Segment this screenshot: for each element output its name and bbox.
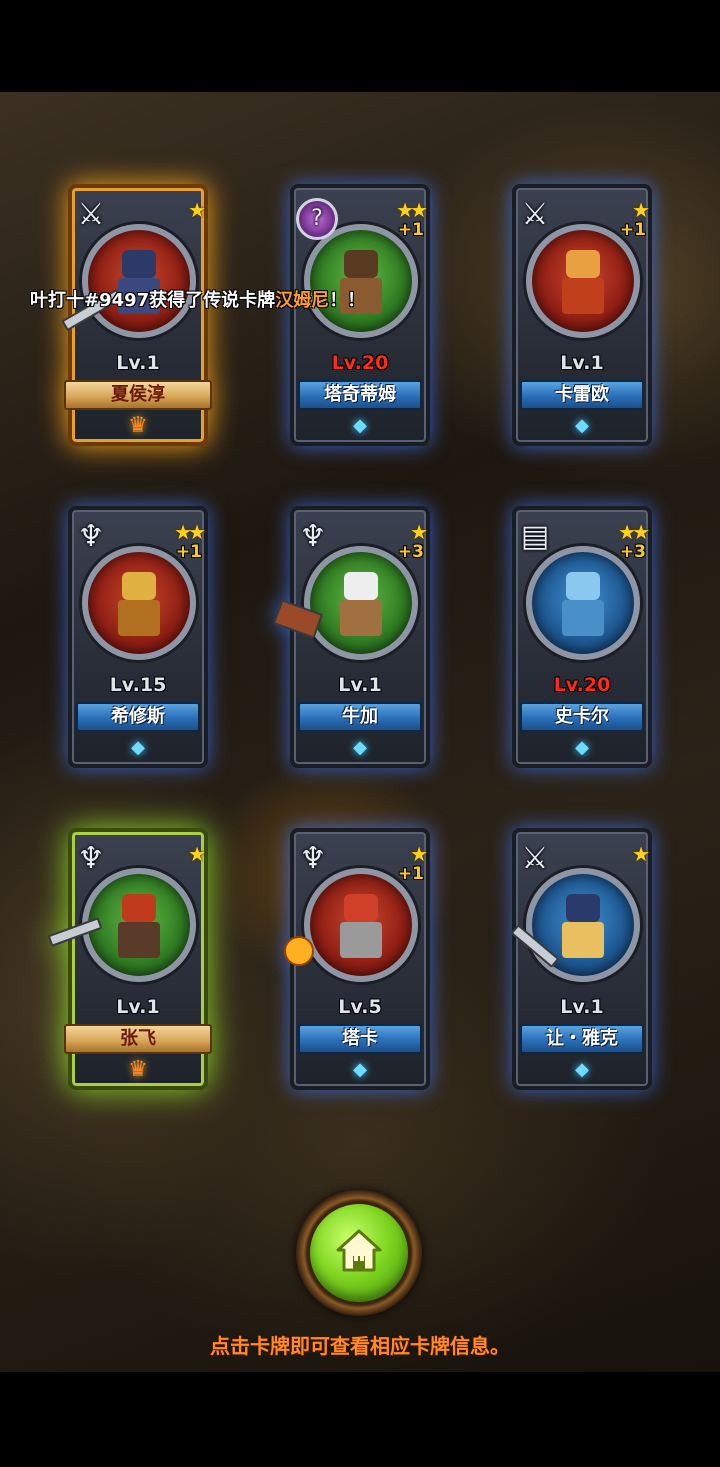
star-rating: ★ [632, 842, 650, 866]
card-name: 史卡尔 [520, 702, 644, 732]
gem-icon: ◆ [353, 414, 367, 436]
card-level: Lv.1 [116, 996, 160, 1018]
axe-icon: ♆ [299, 519, 327, 554]
gem-icon: ◆ [353, 1058, 367, 1080]
hero-portrait [110, 568, 168, 640]
plus-level: +1 [397, 220, 424, 240]
tap-card-hint: 点击卡牌即可查看相应卡牌信息。 [210, 1334, 510, 1358]
star-rating: ★ [188, 842, 206, 866]
nav-bar [0, 1372, 720, 1467]
notice-prefix: 叶打十#9497获得了传说卡牌 [30, 290, 276, 311]
gem-icon: ◆ [353, 736, 367, 758]
status-bar [0, 0, 720, 92]
card-name: 卡雷欧 [520, 380, 644, 410]
magic-orb-icon: ? [296, 198, 338, 240]
card-theseus[interactable]: ♆ ★★ +1 Lv.15 希修斯 ◆ [68, 506, 208, 768]
card-name: 塔卡 [298, 1024, 422, 1054]
card-jean-jacques[interactable]: ⚔ ★ Lv.1 让・雅克 ◆ [510, 828, 652, 1090]
home-icon [336, 1229, 382, 1272]
card-name: 让・雅克 [520, 1024, 644, 1054]
star-rating: ★ [410, 842, 428, 866]
plus-level: +3 [397, 542, 424, 562]
spellbook-icon: ▤ [520, 519, 550, 554]
hero-portrait [110, 890, 168, 962]
torch-sprite [284, 936, 314, 966]
gem-icon: ◆ [575, 414, 589, 436]
card-shikaer[interactable]: ▤ ★★ +3 Lv.20 史卡尔 ◆ [512, 506, 652, 768]
axe-icon: ♆ [299, 841, 327, 876]
card-level: Lv.1 [338, 674, 382, 696]
gem-icon: ◆ [575, 736, 589, 758]
card-name: 牛加 [298, 702, 422, 732]
card-name: 希修斯 [76, 702, 200, 732]
gacha-result-scene: ⚔ ★ Lv.1 夏侯淳 ♛ ? ★★ +1 Lv.20 塔奇蒂姆 ◆ ⚔ ★ … [0, 92, 720, 1372]
card-level: Lv.5 [338, 996, 382, 1018]
star-rating: ★ [632, 198, 650, 222]
card-level: Lv.20 [331, 352, 389, 374]
shield-swords-icon: ⚔ [77, 197, 105, 232]
card-level: Lv.20 [553, 674, 611, 696]
card-taka[interactable]: ♆ ★ +1 Lv.5 塔卡 ◆ [284, 828, 430, 1090]
axe-icon: ♆ [77, 841, 105, 876]
hero-portrait [554, 246, 612, 318]
plus-level: +1 [397, 864, 424, 884]
card-level: Lv.1 [560, 352, 604, 374]
card-kaleo[interactable]: ⚔ ★ +1 Lv.1 卡雷欧 ◆ [512, 184, 652, 446]
hero-portrait [332, 568, 390, 640]
hero-portrait [554, 890, 612, 962]
hero-portrait [554, 568, 612, 640]
shield-swords-icon: ⚔ [521, 197, 549, 232]
legend-card-notification: 叶打十#9497获得了传说卡牌汉姆尼！！ [30, 286, 450, 316]
star-rating: ★★ [396, 198, 428, 222]
home-button-face [310, 1204, 408, 1302]
notice-suffix: ！！ [329, 290, 366, 311]
plus-level: +1 [175, 542, 202, 562]
star-rating: ★ [188, 198, 206, 222]
card-name: 张飞 [64, 1024, 212, 1054]
hero-portrait [332, 890, 390, 962]
gem-icon: ◆ [131, 736, 145, 758]
legend-crest-icon: ♛ [128, 412, 148, 438]
card-zhang-fei[interactable]: ♆ ★ Lv.1 张飞 ♛ [47, 828, 212, 1090]
card-level: Lv.1 [560, 996, 604, 1018]
card-level: Lv.15 [109, 674, 167, 696]
card-niujia[interactable]: ♆ ★ +3 Lv.1 牛加 ◆ [272, 506, 430, 768]
card-name: 夏侯淳 [64, 380, 212, 410]
legend-crest-icon: ♛ [128, 1056, 148, 1082]
star-rating: ★ [410, 520, 428, 544]
axe-icon: ♆ [77, 519, 105, 554]
home-button[interactable] [296, 1190, 422, 1316]
gem-icon: ◆ [575, 1058, 589, 1080]
card-level: Lv.1 [116, 352, 160, 374]
card-name: 塔奇蒂姆 [298, 380, 422, 410]
plus-level: +1 [619, 220, 646, 240]
plus-level: +3 [619, 542, 646, 562]
star-rating: ★★ [618, 520, 650, 544]
shield-swords-icon: ⚔ [521, 841, 549, 876]
star-rating: ★★ [174, 520, 206, 544]
notice-card-name: 汉姆尼 [275, 290, 330, 311]
